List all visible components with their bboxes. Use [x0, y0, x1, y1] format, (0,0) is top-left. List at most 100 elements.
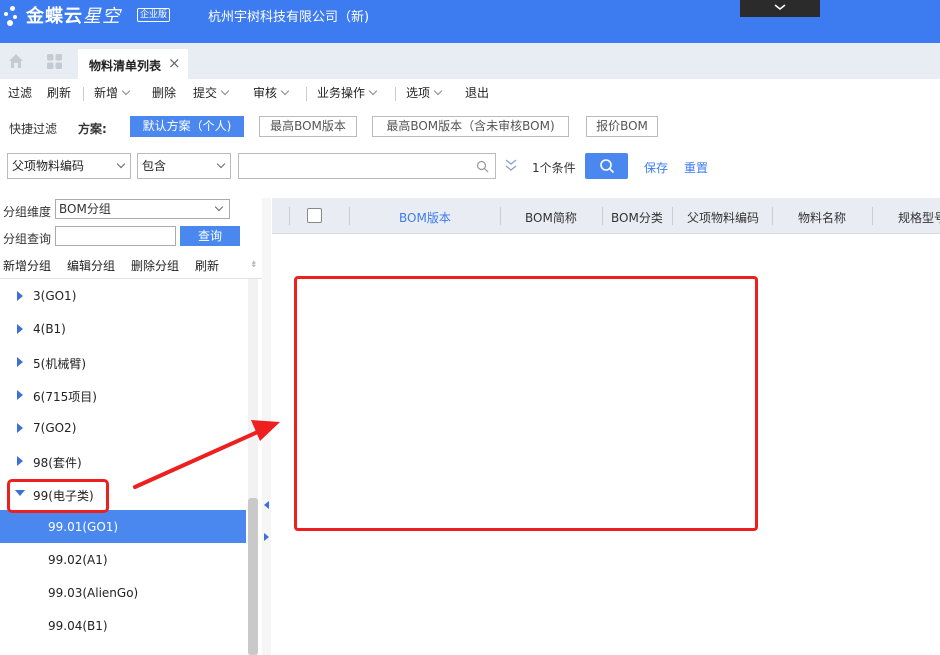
- tab-label: 物料清单列表: [89, 59, 162, 73]
- add-group-button[interactable]: 新增分组: [3, 257, 51, 274]
- column-header-material-name[interactable]: 物料名称: [798, 209, 846, 226]
- user-menu[interactable]: [740, 0, 820, 17]
- submit-label: 提交: [193, 86, 218, 100]
- scheme-latest-bom[interactable]: 最高BOM版本: [259, 116, 357, 137]
- search-button[interactable]: [585, 153, 628, 179]
- expand-triangle-icon[interactable]: [17, 291, 23, 301]
- column-divider: [349, 207, 350, 225]
- chevron-down-icon: [220, 86, 230, 96]
- home-icon[interactable]: [8, 53, 24, 69]
- company-name[interactable]: 杭州宇树科技有限公司（新): [208, 6, 369, 25]
- tree-node[interactable]: 7(GO2): [0, 411, 246, 444]
- search-row: 父项物料编码 包含 1个条件 保存 重置: [0, 151, 940, 181]
- group-query-label: 分组查询: [3, 232, 52, 246]
- grid-header: BOM版本 BOM简称 BOM分类 父项物料编码 物料名称 规格型号: [272, 198, 940, 234]
- condition-count[interactable]: 1个条件: [532, 159, 576, 176]
- select-all-checkbox[interactable]: [307, 208, 322, 223]
- audit-label: 审核: [253, 86, 278, 100]
- group-dimension-value: BOM分组: [59, 202, 111, 216]
- quick-filter-label: 快捷过滤: [9, 122, 58, 136]
- operator-select[interactable]: 包含: [137, 153, 231, 179]
- divider: [83, 87, 84, 101]
- tree-node-label: 98(套件): [33, 456, 82, 470]
- expand-triangle-icon[interactable]: [17, 456, 23, 466]
- scheme-latest-bom-unaudited[interactable]: 最高BOM版本（含未审核BOM): [372, 116, 569, 137]
- column-header-bom-short-name[interactable]: BOM简称: [525, 209, 577, 226]
- apps-grid-icon[interactable]: [46, 53, 63, 70]
- tab-bom-list[interactable]: 物料清单列表 ×: [78, 49, 188, 79]
- scheme-quote-bom[interactable]: 报价BOM: [586, 116, 658, 137]
- tree-node[interactable]: 5(机械臂): [0, 345, 246, 378]
- search-value-input[interactable]: [238, 153, 496, 179]
- tree-node-label: 6(715项目): [33, 390, 97, 404]
- expand-triangle-icon[interactable]: [17, 423, 23, 433]
- chevron-down-icon: [368, 86, 378, 96]
- delete-button[interactable]: 删除: [152, 84, 176, 101]
- new-button[interactable]: 新增: [94, 84, 131, 101]
- column-divider: [289, 207, 290, 225]
- delete-group-button[interactable]: 删除分组: [131, 257, 179, 274]
- brand-sub: 星空: [83, 6, 121, 27]
- audit-button[interactable]: 审核: [253, 84, 290, 101]
- tree-node[interactable]: 99.04(B1): [0, 609, 246, 642]
- sort-icon[interactable]: ⇟: [250, 260, 258, 270]
- tree-node-label: 7(GO2): [33, 421, 77, 435]
- refresh-button[interactable]: 刷新: [47, 84, 71, 101]
- group-tree: 3(GO1) 4(B1) 5(机械臂) 6(715项目) 7(GO2) 98(套…: [0, 279, 246, 655]
- column-header-parent-material-code[interactable]: 父项物料编码: [687, 209, 759, 226]
- submit-button[interactable]: 提交: [193, 84, 230, 101]
- column-header-spec-model[interactable]: 规格型号: [898, 209, 940, 226]
- tree-node-label: 5(机械臂): [33, 357, 86, 371]
- annotation-box-tree-node: [7, 479, 109, 513]
- tree-node[interactable]: 3(GO1): [0, 279, 246, 312]
- column-header-bom-version[interactable]: BOM版本: [399, 209, 451, 226]
- panel-splitter[interactable]: [262, 198, 271, 655]
- tree-node[interactable]: 98(套件): [0, 444, 246, 477]
- expand-triangle-icon[interactable]: [17, 324, 23, 334]
- top-bar: 金蝶云星空 企业版 杭州宇树科技有限公司（新): [0, 0, 940, 43]
- tree-node-label: 99.02(A1): [48, 553, 108, 567]
- chevron-down-icon: [433, 86, 443, 96]
- search-icon[interactable]: [476, 160, 489, 173]
- group-dimension-label: 分组维度: [3, 205, 52, 219]
- save-scheme-link[interactable]: 保存: [644, 159, 668, 176]
- field-select[interactable]: 父项物料编码: [7, 153, 131, 179]
- group-query-button[interactable]: 查询: [180, 226, 240, 246]
- operator-select-value: 包含: [142, 159, 167, 173]
- chevron-down-icon: [121, 86, 131, 96]
- tree-node[interactable]: 4(B1): [0, 312, 246, 345]
- collapse-left-icon[interactable]: [264, 501, 269, 509]
- chevron-down-icon: [216, 159, 226, 169]
- group-query-input[interactable]: [55, 226, 176, 246]
- quick-filter-row: 快捷过滤 方案: 默认方案（个人) 最高BOM版本 最高BOM版本（含未审核BO…: [0, 113, 940, 141]
- expand-triangle-icon[interactable]: [17, 357, 23, 367]
- brand-name: 金蝶云: [26, 6, 83, 27]
- chevron-down-icon: [116, 159, 126, 169]
- close-icon[interactable]: ×: [168, 54, 181, 72]
- tree-node-label: 4(B1): [33, 322, 66, 336]
- expand-conditions-icon[interactable]: [504, 157, 518, 173]
- tree-node-label: 99.01(GO1): [48, 520, 119, 534]
- expand-triangle-icon[interactable]: [17, 390, 23, 400]
- exit-button[interactable]: 退出: [465, 84, 489, 101]
- column-header-bom-category[interactable]: BOM分类: [611, 209, 663, 226]
- options-button[interactable]: 选项: [406, 84, 443, 101]
- reset-link[interactable]: 重置: [684, 159, 708, 176]
- group-panel: 分组维度 BOM分组 分组查询 查询 新增分组 编辑分组 删除分组 刷新 ⇟ 3…: [0, 198, 262, 655]
- search-icon: [600, 159, 615, 174]
- tree-node-selected[interactable]: 99.01(GO1): [0, 510, 246, 543]
- options-label: 选项: [406, 86, 431, 100]
- expand-right-icon[interactable]: [264, 533, 269, 541]
- tree-node-label: 3(GO1): [33, 289, 77, 303]
- tree-scrollbar-thumb[interactable]: [248, 498, 258, 655]
- chevron-down-icon: [214, 202, 224, 212]
- refresh-groups-button[interactable]: 刷新: [195, 257, 219, 274]
- group-dimension-select[interactable]: BOM分组: [55, 199, 230, 219]
- business-ops-button[interactable]: 业务操作: [317, 84, 378, 101]
- tree-node[interactable]: 6(715项目): [0, 378, 246, 411]
- tree-node[interactable]: 99.02(A1): [0, 543, 246, 576]
- filter-button[interactable]: 过滤: [8, 84, 32, 101]
- tree-node[interactable]: 99.03(AlienGo): [0, 576, 246, 609]
- edit-group-button[interactable]: 编辑分组: [67, 257, 115, 274]
- scheme-default-personal[interactable]: 默认方案（个人): [130, 116, 244, 137]
